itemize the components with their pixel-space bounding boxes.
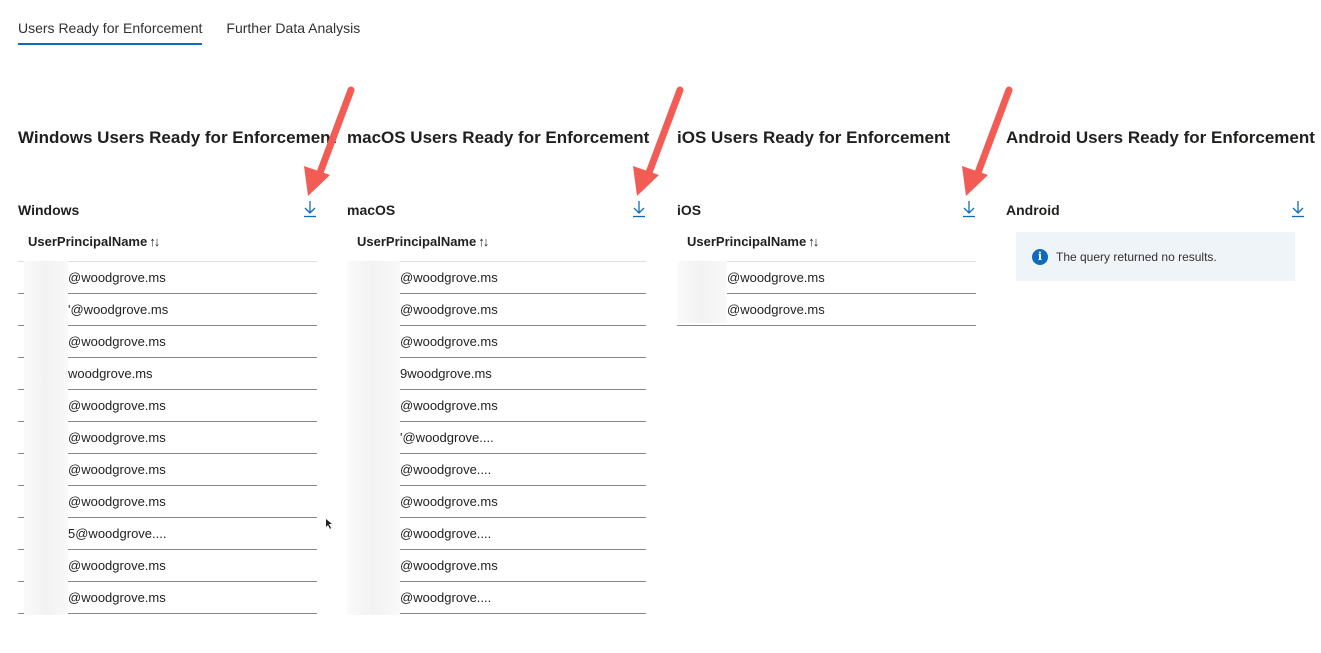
annotation-arrow	[314, 86, 355, 182]
mouse-cursor-icon	[326, 519, 332, 529]
annotation-arrowhead	[962, 166, 988, 196]
annotation-arrow	[643, 86, 684, 182]
annotation-arrows	[304, 86, 1013, 529]
annotation-arrowhead	[633, 166, 659, 196]
annotation-arrowhead	[304, 166, 330, 196]
annotation-arrow	[972, 86, 1013, 182]
